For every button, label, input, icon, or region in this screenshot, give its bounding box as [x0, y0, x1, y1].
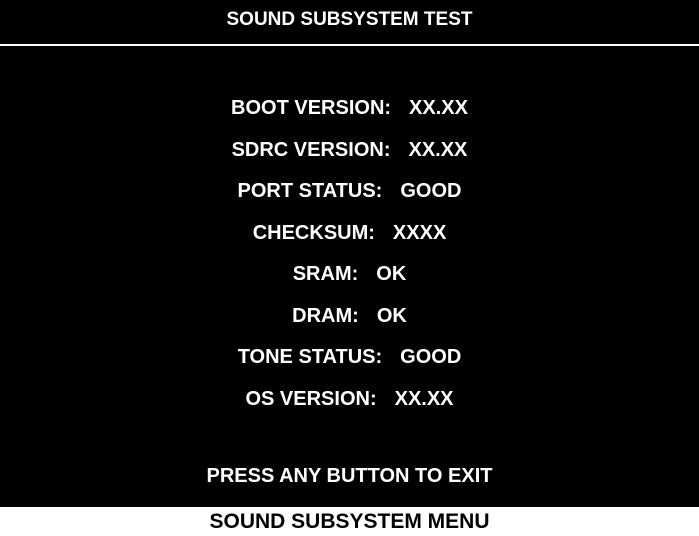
- status-value: XX.XX: [394, 387, 454, 410]
- status-label: SRAM:: [292, 263, 359, 286]
- status-value: OK: [376, 263, 407, 286]
- status-label: OS VERSION:: [245, 387, 377, 410]
- title-divider: [0, 44, 699, 46]
- status-label: CHECKSUM:: [252, 221, 375, 244]
- status-label: DRAM:: [292, 304, 359, 327]
- status-row-boot-version: BOOT VERSION: XX.XX: [0, 88, 699, 130]
- status-row-sdrc-version: SDRC VERSION: XX.XX: [0, 130, 699, 172]
- test-screen: SOUND SUBSYSTEM TEST BOOT VERSION: XX.XX …: [0, 0, 699, 507]
- status-list: BOOT VERSION: XX.XX SDRC VERSION: XX.XX PO…: [0, 88, 699, 420]
- status-row-checksum: CHECKSUM: XXXX: [0, 213, 699, 255]
- status-value: XXXX: [392, 221, 447, 244]
- status-label: BOOT VERSION:: [231, 97, 392, 120]
- screen-title: SOUND SUBSYSTEM TEST: [226, 9, 473, 30]
- exit-prompt[interactable]: PRESS ANY BUTTON TO EXIT: [0, 462, 699, 490]
- status-row-os-version: OS VERSION: XX.XX: [0, 379, 699, 421]
- status-value: XX.XX: [409, 97, 468, 120]
- figure-caption: SOUND SUBSYSTEM MENU: [209, 510, 490, 533]
- status-value: XX.XX: [408, 138, 468, 161]
- status-row-tone-status: TONE STATUS: GOOD: [0, 337, 699, 379]
- status-label: TONE STATUS:: [237, 346, 383, 369]
- status-row-sram: SRAM: OK: [0, 254, 699, 296]
- status-label: SDRC VERSION:: [231, 138, 391, 161]
- status-label: PORT STATUS:: [237, 180, 383, 203]
- status-row-port-status: PORT STATUS: GOOD: [0, 171, 699, 213]
- status-value: OK: [376, 304, 407, 327]
- status-value: GOOD: [400, 346, 462, 369]
- status-row-dram: DRAM: OK: [0, 296, 699, 338]
- status-value: GOOD: [400, 180, 462, 203]
